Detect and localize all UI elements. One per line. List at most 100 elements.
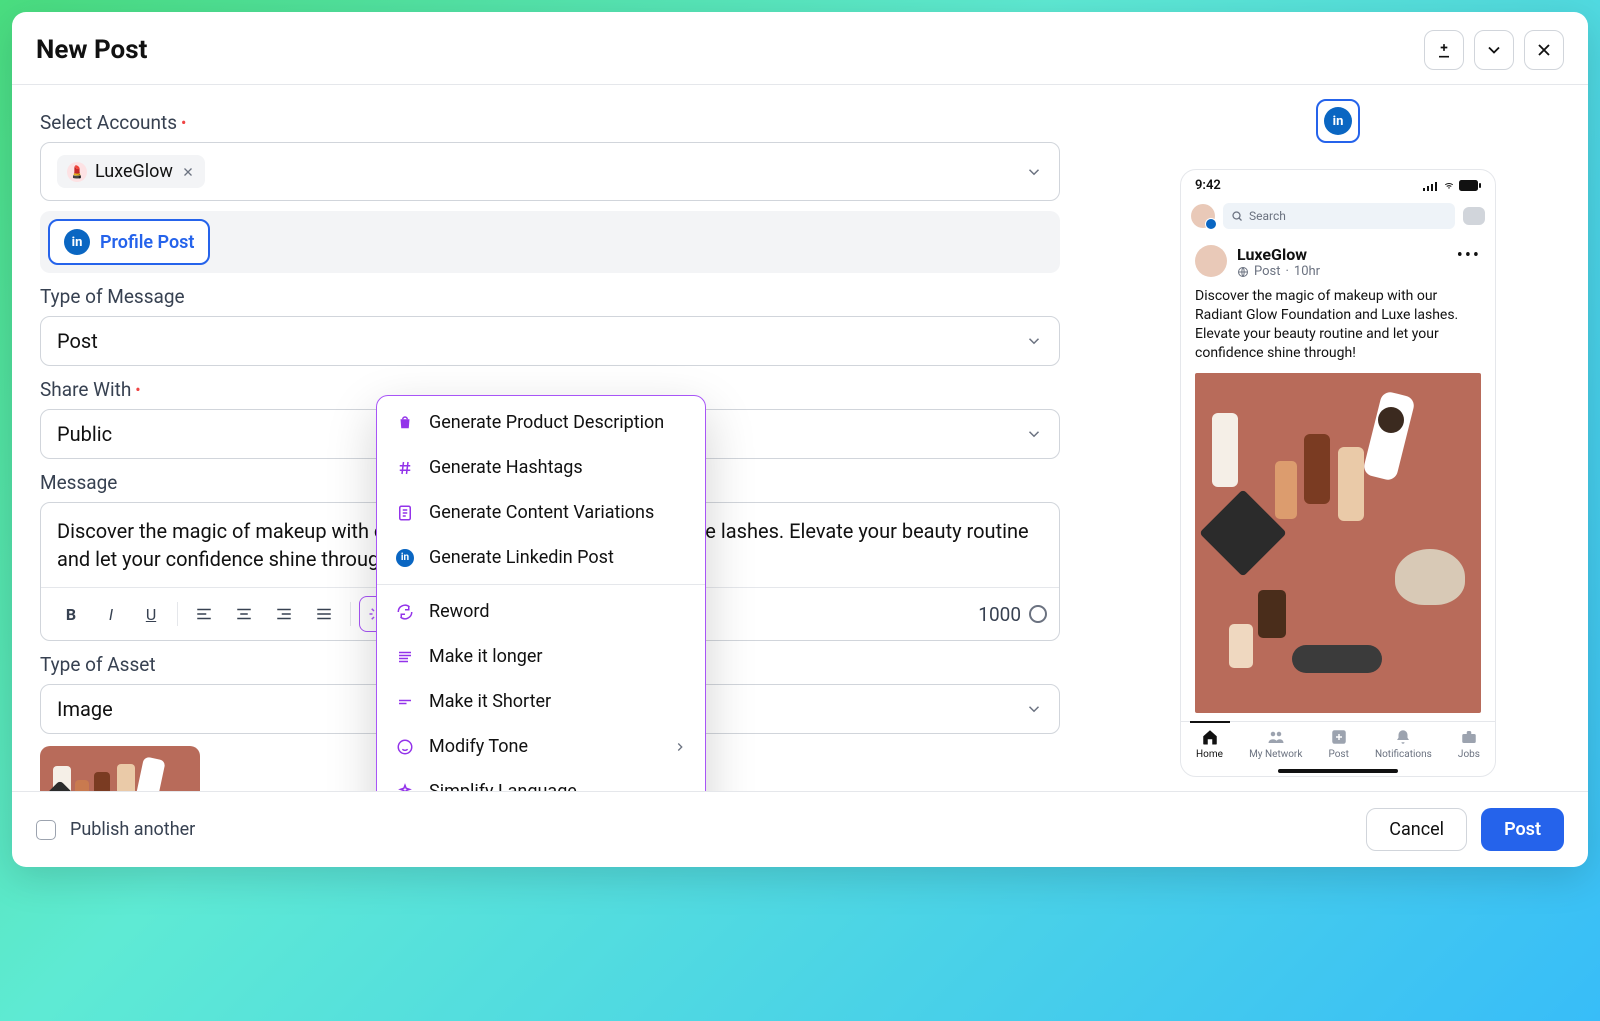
signal-icon xyxy=(1423,181,1439,191)
preview-meta-time: 10hr xyxy=(1294,264,1320,279)
tab-jobs: Jobs xyxy=(1458,728,1480,760)
close-icon xyxy=(181,165,195,179)
preview-more-icon: ••• xyxy=(1457,245,1481,266)
new-post-modal: New Post Select Accounts• 💄 xyxy=(12,12,1588,867)
preview-search-placeholder: Search xyxy=(1249,209,1286,223)
ai-modify-tone[interactable]: Modify Tone xyxy=(377,724,705,769)
status-time: 9:42 xyxy=(1195,178,1221,193)
required-dot: • xyxy=(181,115,186,131)
globe-icon xyxy=(1237,266,1249,278)
chevron-down-icon xyxy=(1025,332,1043,350)
publish-another-checkbox[interactable] xyxy=(36,820,56,840)
publish-another-label: Publish another xyxy=(70,819,195,840)
tab-post: Post xyxy=(1328,728,1348,760)
preview-messages-icon xyxy=(1463,207,1485,225)
asset-thumbnail[interactable] xyxy=(40,746,200,791)
plus-collapse-icon xyxy=(1434,40,1454,60)
align-right-button[interactable] xyxy=(266,596,302,632)
smile-icon xyxy=(395,737,415,757)
align-left-icon xyxy=(195,605,213,623)
asset-type-value: Image xyxy=(57,697,113,721)
modal-title: New Post xyxy=(36,35,147,65)
preview-panel: in 9:42 Search xyxy=(1088,85,1588,791)
share-with-text: Share With xyxy=(40,378,131,401)
linkedin-icon: in xyxy=(1324,107,1352,135)
home-icon xyxy=(1201,728,1219,746)
ai-generate-hashtags[interactable]: Generate Hashtags xyxy=(377,445,705,490)
cancel-button[interactable]: Cancel xyxy=(1366,808,1467,851)
plus-square-icon xyxy=(1330,728,1348,746)
preview-post: LuxeGlow Post · 10hr ••• Discover the ma… xyxy=(1181,237,1495,721)
preview-avatar xyxy=(1191,204,1215,228)
chip-label: LuxeGlow xyxy=(95,161,173,182)
preview-tabbar: Home My Network Post Notifications xyxy=(1181,721,1495,766)
battery-icon xyxy=(1459,180,1481,191)
align-center-button[interactable] xyxy=(226,596,262,632)
ai-reword[interactable]: Reword xyxy=(377,589,705,634)
modal-header: New Post xyxy=(12,12,1588,85)
post-button[interactable]: Post xyxy=(1481,808,1564,851)
menu-divider xyxy=(377,584,705,585)
profile-post-chip[interactable]: in Profile Post xyxy=(48,219,210,265)
meta-separator: · xyxy=(1286,264,1289,279)
header-actions xyxy=(1424,30,1564,70)
underline-button[interactable]: U xyxy=(133,596,169,632)
add-collapse-button[interactable] xyxy=(1424,30,1464,70)
account-chips: 💄 LuxeGlow xyxy=(57,155,205,188)
tab-home: Home xyxy=(1196,728,1223,760)
chevron-down-icon xyxy=(1484,40,1504,60)
chip-avatar-icon: 💄 xyxy=(67,162,87,182)
italic-button[interactable]: I xyxy=(93,596,129,632)
share-with-value: Public xyxy=(57,422,112,446)
accounts-select[interactable]: 💄 LuxeGlow xyxy=(40,142,1060,201)
preview-network-toggle[interactable]: in xyxy=(1316,99,1360,143)
briefcase-icon xyxy=(1460,728,1478,746)
type-message-label: Type of Message xyxy=(40,285,1060,308)
ai-item-label: Modify Tone xyxy=(429,736,528,757)
phone-preview: 9:42 Search xyxy=(1180,169,1496,777)
ai-make-shorter[interactable]: Make it Shorter xyxy=(377,679,705,724)
chevron-down-icon xyxy=(1025,700,1043,718)
preview-post-text: Discover the magic of makeup with our Ra… xyxy=(1195,287,1481,363)
align-center-icon xyxy=(235,605,253,623)
ai-generate-variations[interactable]: Generate Content Variations xyxy=(377,490,705,535)
ai-generate-linkedin[interactable]: in Generate Linkedin Post xyxy=(377,535,705,580)
align-left-button[interactable] xyxy=(186,596,222,632)
ai-make-longer[interactable]: Make it longer xyxy=(377,634,705,679)
preview-post-name: LuxeGlow xyxy=(1237,245,1447,264)
chip-remove[interactable] xyxy=(181,165,195,179)
preview-search-field: Search xyxy=(1223,203,1455,229)
align-justify-button[interactable] xyxy=(306,596,342,632)
bold-button[interactable]: B xyxy=(53,596,89,632)
preview-post-image xyxy=(1195,373,1481,713)
linkedin-icon: in xyxy=(64,229,90,255)
type-message-select[interactable]: Post xyxy=(40,316,1060,366)
tab-network: My Network xyxy=(1249,728,1302,760)
tab-notifications: Notifications xyxy=(1375,728,1432,760)
wifi-icon xyxy=(1442,181,1456,191)
people-icon xyxy=(1267,728,1285,746)
tab-label: Notifications xyxy=(1375,749,1432,760)
home-indicator xyxy=(1278,769,1398,773)
shorter-icon xyxy=(395,692,415,712)
tab-label: Post xyxy=(1328,749,1348,760)
tab-label: Home xyxy=(1196,749,1223,760)
close-button[interactable] xyxy=(1524,30,1564,70)
preview-meta-type: Post xyxy=(1254,264,1281,279)
close-icon xyxy=(1534,40,1554,60)
modal-footer: Publish another Cancel Post xyxy=(12,791,1588,867)
preview-search-row: Search xyxy=(1181,197,1495,237)
preview-post-header: LuxeGlow Post · 10hr ••• xyxy=(1195,245,1481,279)
phone-status-bar: 9:42 xyxy=(1181,170,1495,197)
bag-icon xyxy=(395,413,415,433)
chevron-right-icon xyxy=(673,740,687,754)
chevron-down-icon xyxy=(1025,163,1043,181)
ai-generate-description[interactable]: Generate Product Description xyxy=(377,400,705,445)
modal-body: Select Accounts• 💄 LuxeGlow in xyxy=(12,85,1588,791)
bell-icon xyxy=(1394,728,1412,746)
char-count-value: 1000 xyxy=(978,603,1021,626)
type-message-value: Post xyxy=(57,329,98,353)
ai-simplify[interactable]: Simplify Language xyxy=(377,769,705,791)
collapse-button[interactable] xyxy=(1474,30,1514,70)
align-justify-icon xyxy=(315,605,333,623)
